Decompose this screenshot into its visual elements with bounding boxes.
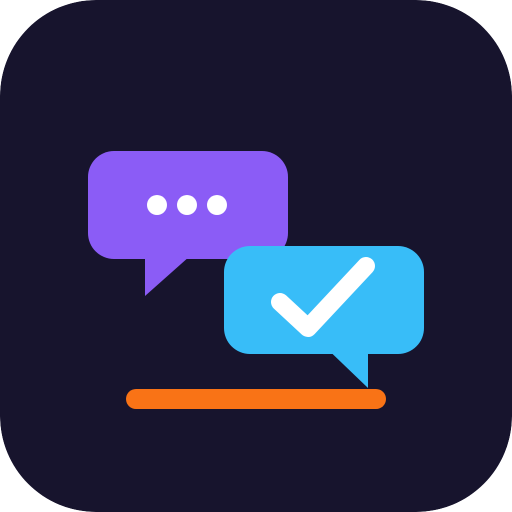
typing-dots-icon: [147, 195, 227, 215]
underline-bar: [126, 389, 386, 409]
app-icon: [0, 0, 512, 512]
typing-dot: [177, 195, 197, 215]
typing-dot: [207, 195, 227, 215]
typing-dot: [147, 195, 167, 215]
app-icon-graphic: [0, 0, 512, 512]
